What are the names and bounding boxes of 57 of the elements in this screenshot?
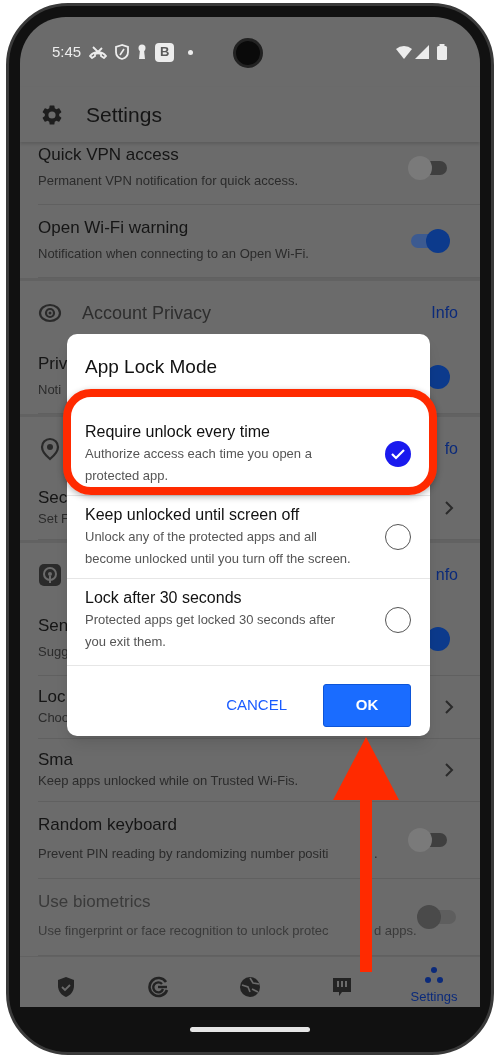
nav-tab[interactable]: Settings <box>388 957 480 1007</box>
radio-button[interactable] <box>385 607 411 633</box>
mode-option[interactable]: Keep unlocked until screen off Unlock any of the protected apps and all become unlocked until you turn off the screen. <box>67 496 430 579</box>
app-badge: B <box>155 42 175 62</box>
setting-title: Sec <box>38 487 68 509</box>
clock-time: 5:45 <box>52 41 82 62</box>
setting-title: Sma <box>38 749 73 771</box>
keyhole-icon <box>137 44 148 60</box>
missed-call-icon <box>89 45 108 59</box>
shield-icon <box>115 44 130 60</box>
option-title: Keep unlocked until screen off <box>85 505 300 525</box>
chevron-right-icon <box>444 762 454 778</box>
option-description: Unlock any of the protected apps and all become unlocked until you turn off the screen. <box>85 528 352 568</box>
info-link[interactable]: fo <box>444 438 458 460</box>
alert-chat-icon <box>331 975 353 998</box>
setting-title: Open Wi-Fi warning <box>38 217 189 239</box>
target-icon <box>147 975 169 998</box>
shield-check-icon <box>56 975 76 998</box>
setting-title: Priv <box>38 353 68 375</box>
eye-icon <box>38 301 62 325</box>
info-link[interactable]: Info <box>431 302 458 324</box>
setting-title: Sen <box>38 615 69 637</box>
location-pin-icon <box>38 437 62 461</box>
setting-description: . <box>374 846 378 861</box>
page-title: Settings <box>86 101 162 128</box>
setting-title: Quick VPN access <box>38 144 179 166</box>
broadcast-icon <box>38 563 62 587</box>
mode-option[interactable]: Require unlock every time Authorize access each time you open a protected app. <box>67 413 430 496</box>
mode-option[interactable]: Lock after 30 seconds Protected apps get locked 30 seconds after you exit them. <box>67 579 430 666</box>
option-description: Authorize access each time you open a protected app. <box>85 445 313 485</box>
setting-description: Prevent PIN reading by randomizing number positi <box>38 846 329 861</box>
globe-icon <box>239 975 261 998</box>
check-icon <box>391 448 405 460</box>
wifi-icon <box>396 45 412 59</box>
cancel-button[interactable]: CANCEL <box>204 684 309 727</box>
dialog-title: App Lock Mode <box>85 356 218 377</box>
front-camera-icon <box>233 38 263 68</box>
info-link[interactable]: nfo <box>435 564 458 586</box>
dots-icon <box>424 966 444 985</box>
option-description: Protected apps get locked 30 seconds after you exit them. <box>85 611 337 651</box>
ok-button[interactable]: OK <box>323 684 411 727</box>
setting-description: Notification when connecting to an Open Wi-Fi. <box>38 245 309 263</box>
setting-title: Loc <box>38 686 66 708</box>
radio-button[interactable] <box>385 524 411 550</box>
setting-description: Keep apps unlocked while on Trusted Wi-Fis. <box>38 772 299 790</box>
radio-button[interactable] <box>385 441 411 467</box>
chevron-right-icon <box>444 699 454 715</box>
signal-icon <box>415 45 429 59</box>
setting-description: Permanent VPN notification for quick access. <box>38 172 299 190</box>
option-title: Lock after 30 seconds <box>85 588 242 608</box>
option-title: Require unlock every time <box>85 422 270 442</box>
settings-icon <box>40 102 64 127</box>
chevron-right-icon <box>444 500 454 516</box>
battery-icon <box>436 44 448 60</box>
setting-title: Random keyboard <box>38 814 177 836</box>
setting-description: Noti <box>38 381 62 399</box>
section-title: Account Privacy <box>82 302 212 324</box>
